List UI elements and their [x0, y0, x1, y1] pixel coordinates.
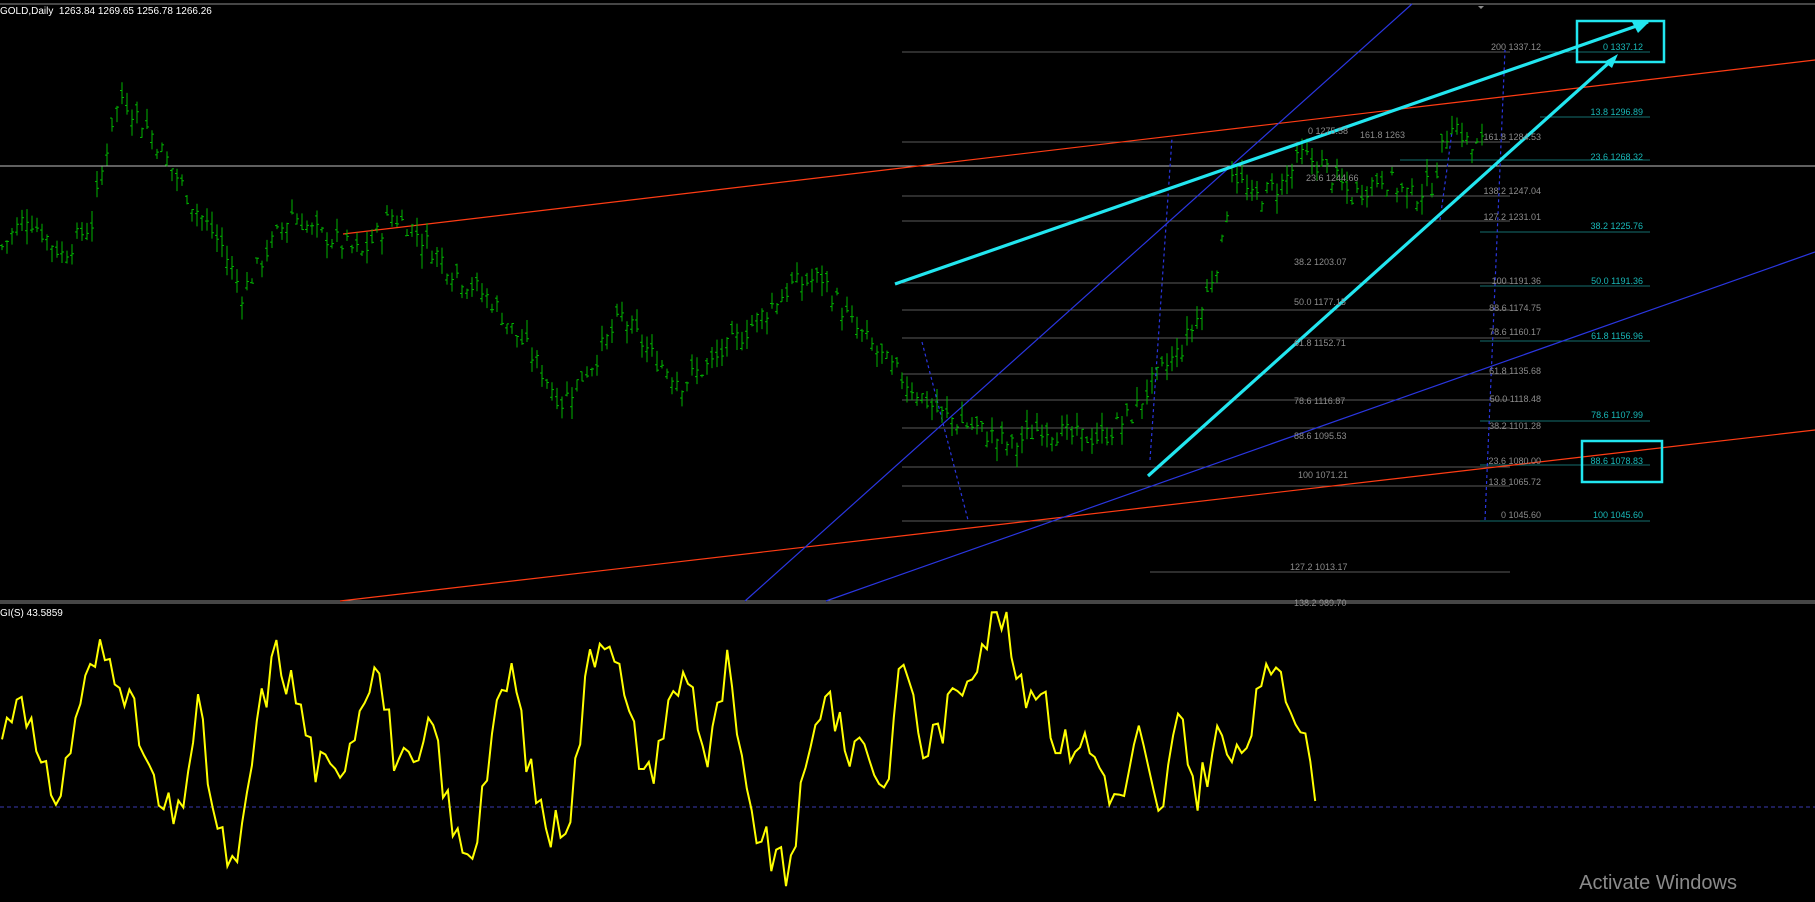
fib-right-label: 23.6 1268.32	[1590, 152, 1643, 162]
fib-right-label: 100 1045.60	[1593, 510, 1643, 520]
fib-mid-label: 13.8 1065.72	[1488, 477, 1541, 487]
activate-windows-watermark: Activate Windows	[1579, 872, 1737, 894]
fib-right-label: 13.8 1296.89	[1590, 107, 1643, 117]
fib-right-label: 0 1337.12	[1603, 42, 1643, 52]
fib-mid-label: 23.6 1080.00	[1488, 456, 1541, 466]
fib-left-label: 0 1275.58	[1308, 126, 1348, 136]
fib-left-label: 38.2 1203.07	[1294, 257, 1347, 267]
fib-right-label: 38.2 1225.76	[1590, 221, 1643, 231]
fib-right-label: 78.6 1107.99	[1591, 410, 1643, 420]
ohlc-values: 1263.84 1269.65 1256.78 1266.26	[58, 6, 212, 17]
fib-left-label: 100 1071.21	[1298, 470, 1348, 480]
fib-right-label: 50.0 1191.36	[1591, 276, 1643, 286]
chart-root: 0 1275.58 161.8 1263 23.6 1244.66 38.2 1…	[0, 0, 1815, 897]
chart-header: GOLD,Daily 1263.84 1269.65 1256.78 1266.…	[0, 6, 212, 17]
fib-mid-label: 127.2 1231.01	[1483, 212, 1541, 222]
fib-mid-label: 78.6 1160.17	[1489, 327, 1541, 337]
fib-left-label: 61.8 1152.71	[1294, 338, 1346, 348]
fib-left-label: 78.6 1116.87	[1294, 396, 1345, 406]
price-chart: 0 1275.58 161.8 1263 23.6 1244.66 38.2 1…	[0, 0, 1815, 897]
fib-mid-label: 50.0 1118.48	[1490, 394, 1541, 404]
fib-right-label: 61.8 1156.96	[1591, 331, 1643, 341]
fib-left-label: 23.6 1244.66	[1306, 173, 1359, 183]
fib-left-label: 50.0 1177.15	[1294, 297, 1346, 307]
fib-mid-label: 88.6 1174.75	[1489, 303, 1541, 313]
fib-right-label: 88.6 1078.83	[1590, 456, 1643, 466]
fib-left-label: 88.6 1095.53	[1294, 431, 1347, 441]
fib-mid-label: 38.2 1101.28	[1489, 421, 1541, 431]
fib-left-label: 161.8 1263	[1360, 130, 1405, 140]
fib-left-label: 127.2 1013.17	[1290, 562, 1348, 572]
fib-mid-label: 61.8 1135.68	[1489, 366, 1541, 376]
symbol-label: GOLD,Daily	[0, 6, 54, 17]
fib-mid-label: 100 1191.36	[1492, 276, 1541, 286]
indicator-label: GI(S) 43.5859	[0, 608, 63, 619]
fib-mid-label: 0 1045.60	[1501, 510, 1541, 520]
fib-mid-label: 200 1337.12	[1491, 42, 1541, 52]
fib-left-label: 138.2 989.70	[1294, 598, 1347, 608]
fib-mid-label: 161.8 1284.53	[1483, 132, 1541, 142]
fib-mid-label: 138.2 1247.04	[1483, 186, 1541, 196]
